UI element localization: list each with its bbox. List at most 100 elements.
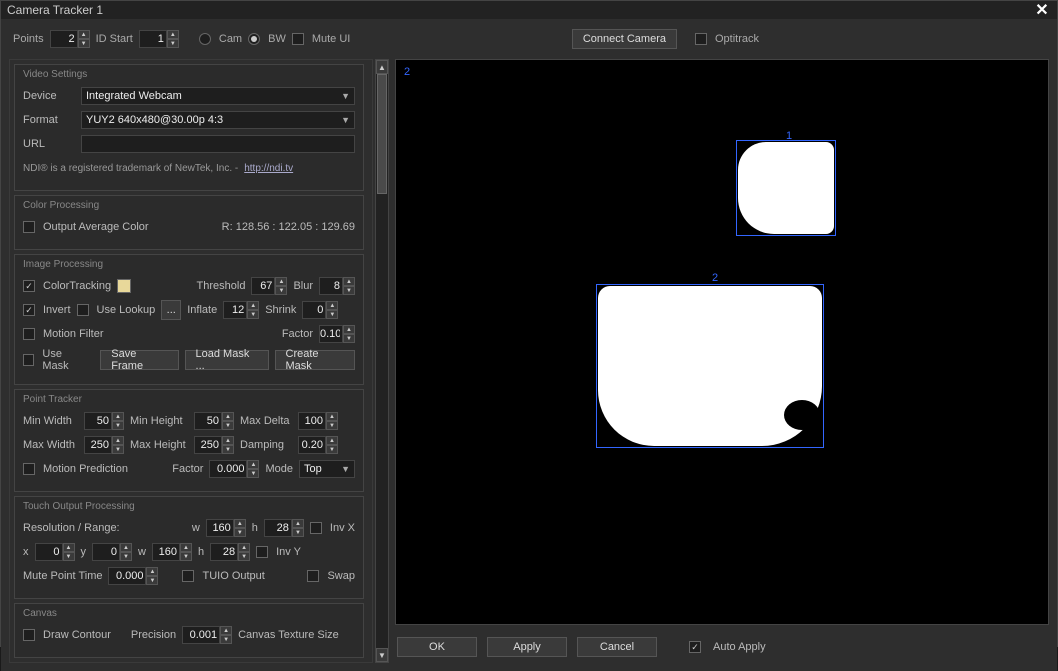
connect-camera-button[interactable]: Connect Camera xyxy=(572,29,677,49)
url-label: URL xyxy=(23,138,75,150)
loadmask-button[interactable]: Load Mask ... xyxy=(185,350,269,370)
track-label-2: 2 xyxy=(712,272,718,284)
autoapply-label: Auto Apply xyxy=(713,641,766,653)
apply-button[interactable]: Apply xyxy=(487,637,567,657)
lookup-button[interactable]: ... xyxy=(161,300,181,320)
shrink-input[interactable]: ▲▼ xyxy=(302,301,338,319)
colortracking-label: ColorTracking xyxy=(43,280,111,292)
uselookup-label: Use Lookup xyxy=(97,304,156,316)
output-avg-check[interactable] xyxy=(23,221,35,233)
inflate-input[interactable]: ▲▼ xyxy=(223,301,259,319)
muteui-check[interactable] xyxy=(292,33,304,45)
invx-label: Inv X xyxy=(330,522,355,534)
factor-label: Factor xyxy=(282,328,313,340)
cancel-button[interactable]: Cancel xyxy=(577,637,657,657)
h-input[interactable]: ▲▼ xyxy=(264,519,304,537)
x-input[interactable]: ▲▼ xyxy=(35,543,75,561)
cam-radio[interactable] xyxy=(199,33,211,45)
swap-label: Swap xyxy=(327,570,355,582)
scrollbar-thumb[interactable] xyxy=(377,74,387,194)
colortracking-check[interactable] xyxy=(23,280,35,292)
ok-button[interactable]: OK xyxy=(397,637,477,657)
invy-label: Inv Y xyxy=(276,546,301,558)
ndi-link[interactable]: http://ndi.tv xyxy=(244,163,293,174)
muteui-label: Mute UI xyxy=(312,33,351,45)
blob-2-dent xyxy=(784,400,820,430)
w-input[interactable]: ▲▼ xyxy=(206,519,246,537)
tuio-label: TUIO Output xyxy=(202,570,264,582)
w2-label: w xyxy=(138,546,146,558)
scroll-down-icon[interactable]: ▼ xyxy=(376,648,388,662)
window-title: Camera Tracker 1 xyxy=(7,3,103,17)
precision-input[interactable]: ▲▼ xyxy=(182,626,232,644)
inflate-label: Inflate xyxy=(187,304,217,316)
maxdelta-input[interactable]: ▲▼ xyxy=(298,412,338,430)
cam-label: Cam xyxy=(219,33,242,45)
format-select[interactable]: YUY2 640x480@30.00p 4:3 ▼ xyxy=(81,111,355,129)
saveframe-button[interactable]: Save Frame xyxy=(100,350,178,370)
autoapply-check[interactable] xyxy=(689,641,701,653)
h2-input[interactable]: ▲▼ xyxy=(210,543,250,561)
maxheight-input[interactable]: ▲▼ xyxy=(194,436,234,454)
idstart-input[interactable]: ▲▼ xyxy=(139,30,179,48)
blur-input[interactable]: ▲▼ xyxy=(319,277,355,295)
resolution-label: Resolution / Range: xyxy=(23,522,123,534)
close-icon[interactable]: ✕ xyxy=(1033,1,1051,19)
titlebar: Camera Tracker 1 ✕ xyxy=(1,1,1057,19)
swap-check[interactable] xyxy=(307,570,319,582)
pt-factor-input[interactable]: ▲▼ xyxy=(209,460,259,478)
mode-select[interactable]: Top ▼ xyxy=(299,460,355,478)
threshold-input[interactable]: ▲▼ xyxy=(251,277,287,295)
maxheight-label: Max Height xyxy=(130,439,188,451)
video-settings-group: Video Settings Device Integrated Webcam … xyxy=(14,64,364,191)
minheight-input[interactable]: ▲▼ xyxy=(194,412,234,430)
uselookup-check[interactable] xyxy=(77,304,89,316)
invert-label: Invert xyxy=(43,304,71,316)
motionfilter-check[interactable] xyxy=(23,328,35,340)
y-input[interactable]: ▲▼ xyxy=(92,543,132,561)
group-title: Point Tracker xyxy=(23,394,355,405)
spinner-icon[interactable]: ▲▼ xyxy=(78,30,90,48)
chevron-down-icon: ▼ xyxy=(341,91,350,101)
invx-check[interactable] xyxy=(310,522,322,534)
group-title: Canvas xyxy=(23,608,355,619)
color-swatch[interactable] xyxy=(117,279,131,293)
points-label: Points xyxy=(13,33,44,45)
scrollbar[interactable]: ▲ ▼ xyxy=(375,59,389,663)
mute-label: Mute Point Time xyxy=(23,570,102,582)
chevron-down-icon: ▼ xyxy=(341,115,350,125)
device-label: Device xyxy=(23,90,75,102)
tuio-check[interactable] xyxy=(182,570,194,582)
drawcontour-check[interactable] xyxy=(23,629,35,641)
scroll-up-icon[interactable]: ▲ xyxy=(376,60,388,74)
drawcontour-label: Draw Contour xyxy=(43,629,111,641)
rgb-value: R: 128.56 : 122.05 : 129.69 xyxy=(222,221,355,233)
spinner-icon[interactable]: ▲▼ xyxy=(167,30,179,48)
damping-input[interactable]: ▲▼ xyxy=(298,436,338,454)
mute-input[interactable]: ▲▼ xyxy=(108,567,158,585)
motionfilter-label: Motion Filter xyxy=(43,328,104,340)
minwidth-input[interactable]: ▲▼ xyxy=(84,412,124,430)
ndi-text: NDI® is a registered trademark of NewTek… xyxy=(23,163,238,174)
x-label: x xyxy=(23,546,29,558)
url-input[interactable] xyxy=(81,135,355,153)
createmask-button[interactable]: Create Mask xyxy=(275,350,356,370)
motionpred-check[interactable] xyxy=(23,463,35,475)
group-title: Image Processing xyxy=(23,259,355,270)
points-input[interactable]: ▲▼ xyxy=(50,30,90,48)
device-select[interactable]: Integrated Webcam ▼ xyxy=(81,87,355,105)
maxwidth-input[interactable]: ▲▼ xyxy=(84,436,124,454)
optitrack-check[interactable] xyxy=(695,33,707,45)
w2-input[interactable]: ▲▼ xyxy=(152,543,192,561)
invy-check[interactable] xyxy=(256,546,268,558)
group-title: Color Processing xyxy=(23,200,355,211)
damping-label: Damping xyxy=(240,439,292,451)
bw-radio[interactable] xyxy=(248,33,260,45)
invert-check[interactable] xyxy=(23,304,35,316)
maxwidth-label: Max Width xyxy=(23,439,78,451)
usemask-check[interactable] xyxy=(23,354,34,366)
footer-buttons: OK Apply Cancel Auto Apply xyxy=(395,631,1049,663)
canvas-group: Canvas Draw Contour Precision ▲▼ Canvas … xyxy=(14,603,364,658)
factor-input[interactable]: ▲▼ xyxy=(319,325,355,343)
mode-label: Mode xyxy=(265,463,293,475)
